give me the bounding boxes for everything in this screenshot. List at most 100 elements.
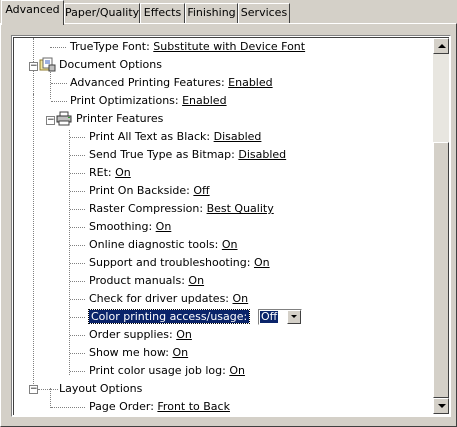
tree-item-label: Page Order: <box>89 400 154 413</box>
tree-item-value[interactable]: On <box>115 166 131 179</box>
tab-panel-advanced: TrueType Font: Substitute with Device Fo… <box>0 23 457 427</box>
tree-item-label: Advanced Printing Features: <box>70 76 225 89</box>
arrow-up-icon <box>438 44 446 48</box>
tab-services[interactable]: Services <box>238 3 290 23</box>
collapse-document-options-button[interactable]: − <box>29 62 38 71</box>
tree-line <box>70 137 85 138</box>
tree-item-label: Print Optimizations: <box>70 94 179 107</box>
tree-item-value[interactable]: On <box>188 274 204 287</box>
tab-finishing[interactable]: Finishing <box>185 3 238 23</box>
tree-line <box>70 155 85 156</box>
document-options-icon <box>39 57 56 72</box>
tree-line <box>70 299 85 300</box>
tree-item-printer-feature[interactable]: Support and troubleshooting: On <box>89 255 270 271</box>
tree-item-printer-features[interactable]: Printer Features <box>76 111 163 127</box>
tree-item-printer-feature[interactable]: Raster Compression: Best Quality <box>89 201 274 217</box>
tree-line <box>70 353 85 354</box>
tree-item-layout-options[interactable]: Layout Options <box>59 381 142 397</box>
tree-item-value[interactable]: On <box>222 238 238 251</box>
tree-item-truetype-font[interactable]: TrueType Font: Substitute with Device Fo… <box>70 39 305 55</box>
printer-features-icon <box>56 111 73 126</box>
tree-line <box>70 371 85 372</box>
vertical-scrollbar[interactable] <box>433 38 449 414</box>
tree-item-label: TrueType Font: <box>70 40 150 53</box>
tree-item-value[interactable]: Front to Back <box>157 400 230 413</box>
tree-item-label: Support and troubleshooting: <box>89 256 251 269</box>
color-printing-usage-dropdown[interactable]: Off <box>258 309 302 325</box>
tree-item-label: REt: <box>89 166 112 179</box>
tree-item-printer-feature[interactable]: Print All Text as Black: Disabled <box>89 129 261 145</box>
scroll-up-button[interactable] <box>433 38 449 54</box>
collapse-layout-options-button[interactable]: − <box>29 385 38 394</box>
tree-item-value[interactable]: Enabled <box>182 94 226 107</box>
tree-line <box>51 407 85 408</box>
tree-item-value[interactable]: Disabled <box>238 148 286 161</box>
tree-item-label: Show me how: <box>89 346 169 359</box>
tree-item-printer-feature[interactable]: Smoothing: On <box>89 219 171 235</box>
tab-strip: Advanced Paper/Quality Effects Finishing… <box>0 0 457 25</box>
tree-item-printer-feature[interactable]: Print color usage job log: On <box>89 363 245 379</box>
tree-item-label: Print All Text as Black: <box>89 130 211 143</box>
advanced-options-tree[interactable]: TrueType Font: Substitute with Device Fo… <box>11 35 451 417</box>
tree-item-page-order[interactable]: Page Order: Front to Back <box>89 399 230 415</box>
tree-item-value[interactable]: On <box>254 256 270 269</box>
tree-item-value[interactable]: On <box>229 364 245 377</box>
tree-item-value[interactable]: Enabled <box>228 76 272 89</box>
collapse-printer-features-button[interactable]: − <box>46 116 55 125</box>
tree-item-printer-feature[interactable]: Check for driver updates: On <box>89 291 248 307</box>
tree-line <box>70 209 85 210</box>
tree-item-value[interactable]: On <box>233 292 249 305</box>
dropdown-selected-value: Off <box>258 310 280 324</box>
tree-line <box>70 281 85 282</box>
tree-item-label: Raster Compression: <box>89 202 204 215</box>
tree-line <box>70 245 85 246</box>
tree-item-label: Print On Backside: <box>89 184 190 197</box>
tree-line <box>70 227 85 228</box>
dropdown-arrow-button[interactable] <box>287 310 301 324</box>
tree-item-label: Print color usage job log: <box>89 364 226 377</box>
tree-line <box>70 191 85 192</box>
tree-item-advanced-printing-features[interactable]: Advanced Printing Features: Enabled <box>70 75 273 91</box>
scrollbar-thumb[interactable] <box>433 142 449 398</box>
tab-effects[interactable]: Effects <box>140 3 185 23</box>
tree-line <box>70 335 85 336</box>
tree-line <box>51 101 67 102</box>
tree-line <box>70 173 85 174</box>
tab-paper-quality[interactable]: Paper/Quality <box>64 3 140 23</box>
tree-item-label: Smoothing: <box>89 220 153 233</box>
tree-line <box>38 389 58 390</box>
tree-line <box>50 388 51 408</box>
tree-item-label: Online diagnostic tools: <box>89 238 219 251</box>
tree-item-printer-feature[interactable]: REt: On <box>89 165 131 181</box>
tree-item-document-options[interactable]: Document Options <box>59 57 162 73</box>
tree-line <box>70 317 85 318</box>
scroll-down-button[interactable] <box>433 398 449 414</box>
tree-item-value[interactable]: On <box>176 328 192 341</box>
tree-item-printer-feature[interactable]: Order supplies: On <box>89 327 192 343</box>
tree-item-label: Product manuals: <box>89 274 185 287</box>
tree-item-value[interactable]: On <box>156 220 172 233</box>
tree-line <box>50 47 66 48</box>
tree-item-printer-feature[interactable]: Send True Type as Bitmap: Disabled <box>89 147 286 163</box>
tree-item-printer-feature[interactable]: Color printing access/usage: <box>87 309 251 325</box>
tree-item-label: Check for driver updates: <box>89 292 230 305</box>
tree-item-value[interactable]: Substitute with Device Font <box>153 40 305 53</box>
tree-item-printer-feature[interactable]: Print On Backside: Off <box>89 183 210 199</box>
tree-viewport: TrueType Font: Substitute with Device Fo… <box>13 37 449 415</box>
tree-line <box>70 263 85 264</box>
tree-item-value[interactable]: Off <box>193 184 209 197</box>
tree-item-value[interactable]: On <box>172 346 188 359</box>
tab-advanced[interactable]: Advanced <box>1 0 64 25</box>
tree-item-printer-feature[interactable]: Online diagnostic tools: On <box>89 237 238 253</box>
tree-line <box>51 83 67 84</box>
tree-item-print-optimizations[interactable]: Print Optimizations: Enabled <box>70 93 227 109</box>
tree-line <box>69 130 70 375</box>
tree-item-value[interactable]: Disabled <box>214 130 262 143</box>
arrow-down-icon <box>438 404 446 408</box>
tree-item-printer-feature[interactable]: Product manuals: On <box>89 273 204 289</box>
tree-item-label: Order supplies: <box>89 328 173 341</box>
tree-item-value[interactable]: Best Quality <box>207 202 274 215</box>
tree-line <box>33 94 34 394</box>
tree-item-printer-feature[interactable]: Show me how: On <box>89 345 188 361</box>
tree-item-label: Color printing access/usage: <box>87 309 251 324</box>
